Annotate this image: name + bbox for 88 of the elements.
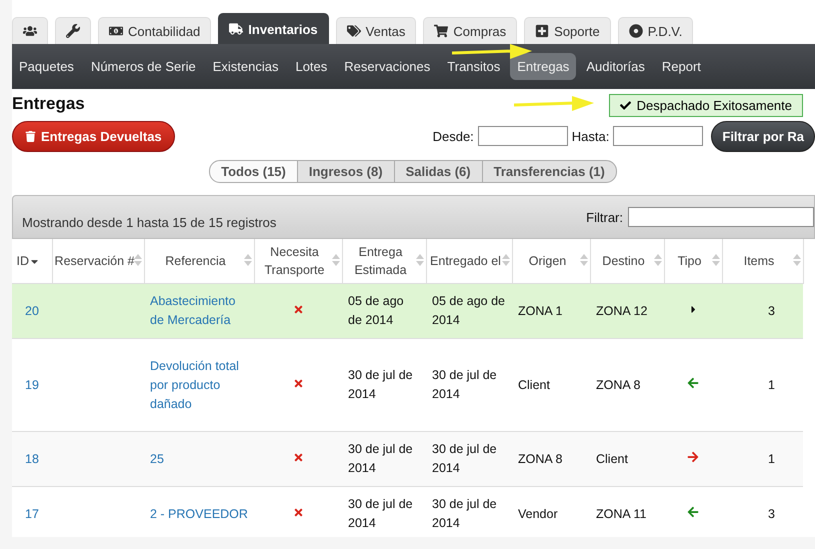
nav-item[interactable]: Report [654, 53, 708, 80]
wrench-icon [66, 24, 80, 38]
nav-item[interactable]: Transitos [440, 53, 508, 80]
target-icon [628, 24, 643, 38]
nav-item[interactable]: Existencias [206, 53, 286, 80]
nav-item[interactable]: Entregas [510, 53, 576, 80]
sort-icon [416, 254, 424, 266]
tag-icon [346, 24, 361, 38]
module-tab[interactable] [55, 17, 91, 44]
table-cell: ZONA 12 [596, 304, 648, 318]
truck-icon [229, 22, 244, 36]
id-link[interactable]: 17 [25, 506, 39, 520]
cross-icon [292, 304, 304, 314]
plus-icon [535, 24, 550, 38]
table-cell: ZONA 8 [596, 378, 640, 392]
module-tab[interactable]: Contabilidad [98, 17, 212, 44]
left-arrow-icon [687, 506, 699, 518]
table-cell: 30 de jul de 2014 [348, 497, 413, 530]
sort-icon [244, 254, 252, 266]
table-cell: 05 de ago de 2014 [432, 294, 505, 327]
table-cell: 1 [768, 452, 775, 466]
sort-icon [134, 254, 142, 266]
nav-item[interactable]: Auditorías [579, 53, 652, 80]
returns-button[interactable]: Entregas Devueltas [12, 120, 175, 152]
module-tab[interactable]: Compras [423, 17, 518, 44]
filter-label: Filtrar: [586, 210, 623, 224]
id-link[interactable]: 18 [25, 452, 39, 466]
cross-icon [292, 378, 304, 388]
filter-field[interactable] [628, 207, 814, 227]
filter-tab[interactable]: Todos (15) [209, 160, 298, 183]
arrow-icon [452, 44, 532, 60]
arrow-icon [514, 96, 594, 112]
sort-icon [654, 254, 662, 266]
right-arrow-icon [687, 450, 699, 462]
table-cell: 1 [768, 378, 775, 392]
to-date-field[interactable] [613, 126, 704, 146]
filter-tab[interactable]: Salidas (6) [394, 160, 483, 183]
table-cell: 30 de jul de 2014 [348, 442, 413, 475]
from-date-field[interactable] [478, 126, 568, 146]
page-title: Entregas [12, 94, 85, 114]
module-tab[interactable]: Ventas [336, 17, 416, 44]
module-tab[interactable]: P.D.V. [618, 17, 694, 44]
to-label: Hasta: [572, 128, 610, 144]
table-cell: ZONA 8 [518, 452, 562, 466]
cross-icon [292, 452, 304, 462]
from-label: Desde: [432, 128, 474, 144]
module-tab[interactable] [12, 17, 48, 44]
nav-item[interactable]: Paquetes [12, 53, 81, 80]
filter-tab[interactable]: Ingresos (8) [296, 160, 395, 183]
table-cell: 30 de jul de 2014 [432, 368, 497, 401]
trash-icon [25, 130, 36, 142]
id-link[interactable]: 20 [25, 304, 39, 318]
records-info: Mostrando desde 1 hasta 15 de 15 registros [22, 214, 276, 230]
sort-icon [792, 254, 800, 266]
module-tab[interactable]: Inventarios [218, 13, 329, 44]
cross-icon [292, 506, 304, 518]
banknote-icon [109, 24, 123, 38]
nav-item[interactable]: Lotes [288, 53, 334, 80]
reference-link[interactable]: Devolución total por producto dañado [150, 356, 248, 414]
sort-icon [332, 254, 340, 266]
nav-item[interactable]: Reservaciones [337, 53, 438, 80]
sort-icon [580, 254, 588, 266]
table-cell: 3 [768, 506, 775, 520]
table-cell: Vendor [518, 506, 558, 520]
table-cell: 30 de jul de 2014 [432, 497, 497, 530]
nav-item[interactable]: Números de Serie [84, 53, 203, 80]
table-cell: Client [518, 378, 550, 392]
table-cell: 3 [768, 304, 775, 318]
table-cell: Client [596, 452, 628, 466]
filter-range-button[interactable]: Filtrar por Ra [711, 120, 815, 152]
alert-text: Despachado Exitosamente [636, 98, 792, 113]
sort-icon [712, 254, 720, 266]
sort-icon [502, 254, 510, 266]
reference-link[interactable]: 25 [150, 450, 248, 468]
module-tab[interactable]: Soporte [524, 17, 611, 44]
table-cell: ZONA 1 [518, 304, 562, 318]
left-arrow-icon [687, 376, 699, 388]
table-cell: 30 de jul de 2014 [432, 442, 497, 475]
table-cell: 30 de jul de 2014 [348, 368, 413, 401]
filter-tab[interactable]: Transferencias (1) [482, 160, 617, 183]
reference-link[interactable]: Abastecimiento de Mercadería [150, 292, 248, 330]
cart-icon [434, 24, 448, 38]
id-link[interactable]: 19 [25, 378, 39, 392]
check-icon [620, 100, 631, 111]
table-cell: 05 de ago de 2014 [348, 294, 404, 327]
reference-link[interactable]: 2 - PROVEEDOR [150, 504, 248, 524]
users-icon [23, 24, 37, 38]
table-cell: ZONA 11 [596, 506, 646, 520]
